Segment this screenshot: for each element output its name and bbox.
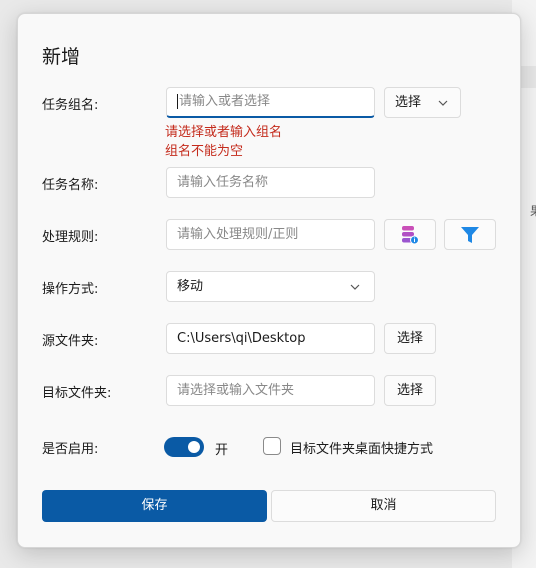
rule-placeholder: 请输入处理规则/正则 bbox=[177, 227, 299, 242]
save-button[interactable]: 保存 bbox=[42, 490, 267, 522]
group-select-label: 选择 bbox=[395, 95, 422, 110]
source-folder-label: 源文件夹: bbox=[42, 334, 99, 349]
rule-label: 处理规则: bbox=[42, 230, 99, 245]
chevron-down-icon bbox=[438, 100, 448, 106]
target-folder-placeholder: 请选择或输入文件夹 bbox=[177, 383, 295, 398]
background-partial-text: 果 bbox=[530, 202, 536, 219]
task-name-label: 任务名称: bbox=[42, 178, 99, 193]
target-folder-label: 目标文件夹: bbox=[42, 386, 112, 401]
chevron-down-icon bbox=[350, 284, 360, 290]
target-folder-select-button[interactable]: 选择 bbox=[384, 375, 436, 406]
operation-value: 移动 bbox=[177, 279, 204, 294]
text-caret bbox=[177, 94, 178, 109]
shortcut-checkbox-label: 目标文件夹桌面快捷方式 bbox=[290, 442, 434, 457]
database-info-icon bbox=[402, 225, 419, 244]
source-folder-value: C:\Users\qi\Desktop bbox=[177, 331, 306, 346]
task-name-placeholder: 请输入任务名称 bbox=[177, 175, 269, 190]
group-input-placeholder: 请输入或者选择 bbox=[179, 94, 271, 109]
enabled-toggle-text: 开 bbox=[215, 443, 229, 458]
filter-icon bbox=[461, 226, 479, 243]
source-folder-input[interactable]: C:\Users\qi\Desktop bbox=[166, 323, 375, 354]
task-name-input[interactable]: 请输入任务名称 bbox=[166, 167, 375, 198]
cancel-button[interactable]: 取消 bbox=[271, 490, 496, 522]
rule-library-button[interactable] bbox=[384, 219, 436, 250]
source-folder-select-button[interactable]: 选择 bbox=[384, 323, 436, 354]
group-error-1: 请选择或者输入组名 bbox=[165, 125, 283, 140]
group-error-2: 组名不能为空 bbox=[165, 144, 244, 159]
toggle-knob bbox=[188, 441, 200, 453]
enabled-toggle[interactable] bbox=[164, 437, 204, 457]
shortcut-checkbox[interactable] bbox=[263, 437, 281, 455]
rule-filter-button[interactable] bbox=[444, 219, 496, 250]
operation-dropdown[interactable]: 移动 bbox=[166, 271, 375, 302]
enabled-label: 是否启用: bbox=[42, 442, 99, 457]
group-label: 任务组名: bbox=[42, 98, 99, 113]
new-task-dialog: 新增 任务组名: 请输入或者选择 选择 请选择或者输入组名 组名不能为空 任务名… bbox=[17, 13, 521, 548]
rule-input[interactable]: 请输入处理规则/正则 bbox=[166, 219, 375, 250]
operation-label: 操作方式: bbox=[42, 282, 99, 297]
group-input[interactable]: 请输入或者选择 bbox=[166, 87, 375, 118]
target-folder-input[interactable]: 请选择或输入文件夹 bbox=[166, 375, 375, 406]
group-select-dropdown[interactable]: 选择 bbox=[384, 87, 461, 118]
dialog-title: 新增 bbox=[42, 46, 81, 68]
